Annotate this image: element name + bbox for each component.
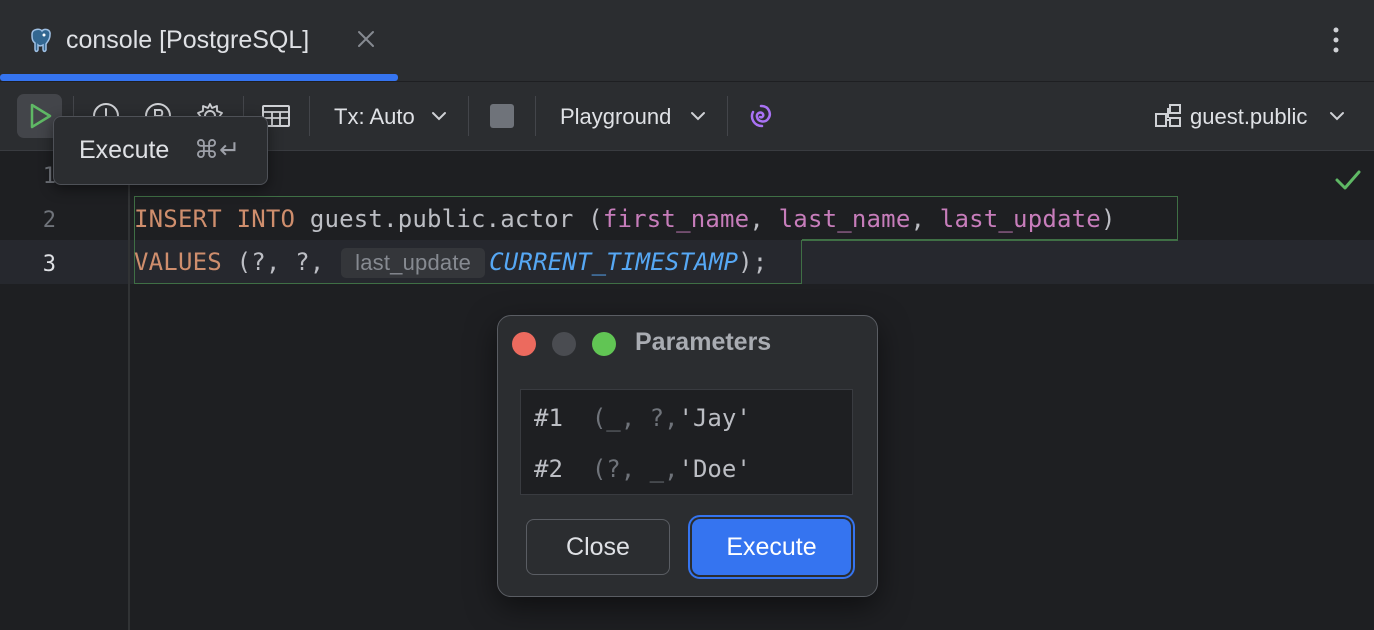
active-tab-indicator [0,74,398,81]
transaction-mode-dropdown[interactable]: Tx: Auto [334,104,415,130]
toolbar-separator [727,96,728,136]
tab-bar: console [PostgreSQL] [0,0,1374,82]
punctuation: ); [738,248,768,276]
line-number: 3 [42,252,56,277]
execute-tooltip: Execute ⌘↵ [53,116,268,185]
chevron-down-icon[interactable] [690,110,706,122]
chevron-down-icon[interactable] [1329,110,1345,122]
close-button[interactable]: Close [526,519,670,575]
keyword: INTO [236,205,296,233]
keyword: VALUES [134,248,222,276]
playground-dropdown[interactable]: Playground [560,104,671,130]
checkmark-icon [1335,170,1361,190]
code-line-2: INSERT INTO guest.public.actor (first_na… [134,205,1116,233]
keyword: INSERT [134,205,222,233]
window-zoom-button[interactable] [592,332,616,356]
parameter-number: #2 [534,455,563,483]
window-close-button[interactable] [512,332,536,356]
gutter-divider [128,152,130,630]
tab-console-postgresql[interactable]: console [PostgreSQL] [0,0,398,82]
chevron-down-icon[interactable] [431,110,447,122]
parameter-row[interactable]: #1 (_, ?,'Jay' [534,404,751,432]
parameters-list[interactable]: #1 (_, ?,'Jay' #2 (?, _,'Doe' [520,389,853,495]
toolbar-separator [468,96,469,136]
parameter-row[interactable]: #2 (?, _,'Doe' [534,455,751,483]
toolbar-separator [309,96,310,136]
schema-selector[interactable]: guest.public [1190,104,1307,130]
column-name: last_name [778,205,911,233]
line-number: 1 [42,164,56,189]
postgresql-elephant-icon [31,28,51,53]
parameter-number: #1 [534,404,563,432]
tooltip-label: Execute [79,136,170,164]
toolbar-separator [535,96,536,136]
parameter-value[interactable]: 'Jay' [679,404,751,432]
parameter-context: (_, ?, [591,404,679,432]
stop-icon [490,104,514,128]
column-name: first_name [602,205,750,233]
dialog-title: Parameters [635,328,772,356]
close-icon[interactable] [354,27,378,51]
execute-dialog-button[interactable]: Execute [692,519,851,575]
function-name: CURRENT_TIMESTAMP [489,248,739,276]
ai-assistant-button[interactable] [744,94,778,138]
placeholder-params: (?, ?, [236,248,325,276]
parameter-value[interactable]: 'Doe' [679,455,751,483]
schema-icon [1155,104,1181,127]
more-options-icon[interactable] [1322,22,1350,58]
table-name: guest.public.actor [309,205,574,233]
ai-assistant-icon [750,104,771,128]
statement-highlight [802,239,1178,241]
parameters-dialog: Parameters #1 (_, ?,'Jay' #2 (?, _,'Doe'… [497,315,878,597]
punctuation: ( [588,205,603,233]
window-minimize-button[interactable] [552,332,576,356]
line-number: 2 [42,208,56,233]
stop-button[interactable] [485,94,519,138]
column-name: last_update [939,205,1101,233]
code-line-3: VALUES (?, ?, last_update CURRENT_TIMESTA… [134,248,767,278]
parameter-context: (?, _, [591,455,679,483]
punctuation: ) [1100,205,1116,233]
tab-title: console [PostgreSQL] [66,26,310,54]
keyboard-shortcut: ⌘↵ [194,135,240,164]
run-icon [30,103,51,129]
parameter-name-hint: last_update [341,248,486,278]
